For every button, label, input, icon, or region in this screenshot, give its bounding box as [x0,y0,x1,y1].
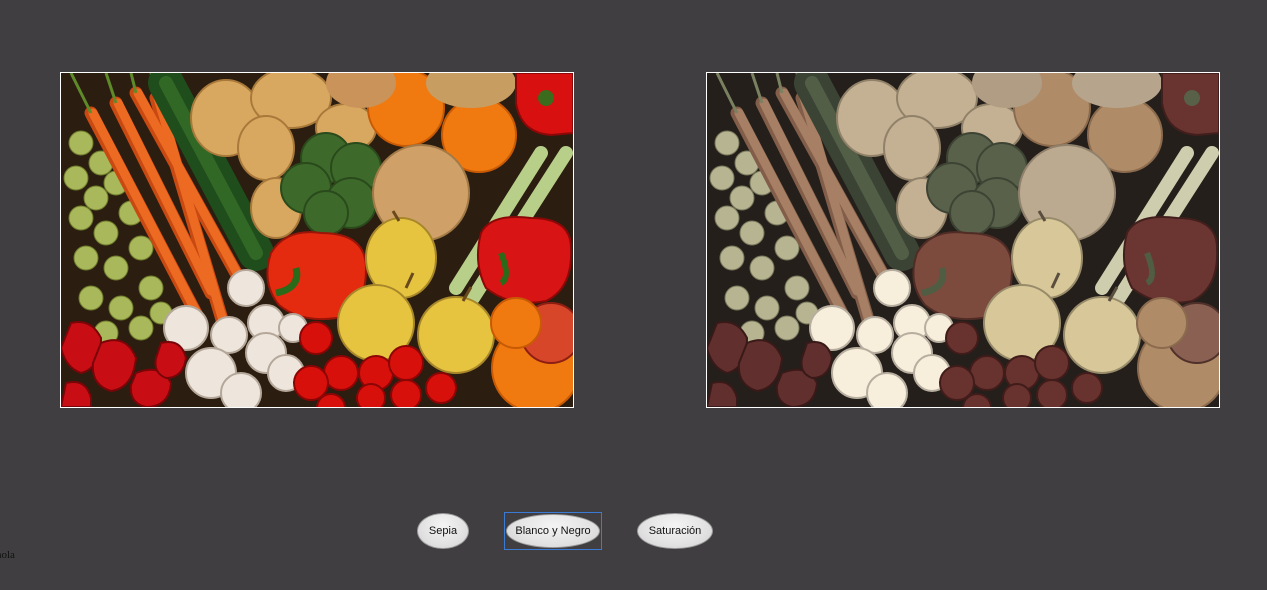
filtered-image-panel [706,72,1220,408]
saturation-button[interactable]: Saturación [637,513,713,549]
status-label: hola [0,549,15,561]
black-and-white-button[interactable]: Blanco y Negro [506,514,600,548]
app-window: Sepia Blanco y Negro Saturación hola [0,0,1267,590]
sepia-button[interactable]: Sepia [417,513,469,549]
original-image-panel [60,72,574,408]
original-vegetables-image [61,73,573,407]
filtered-vegetables-image [707,73,1219,407]
